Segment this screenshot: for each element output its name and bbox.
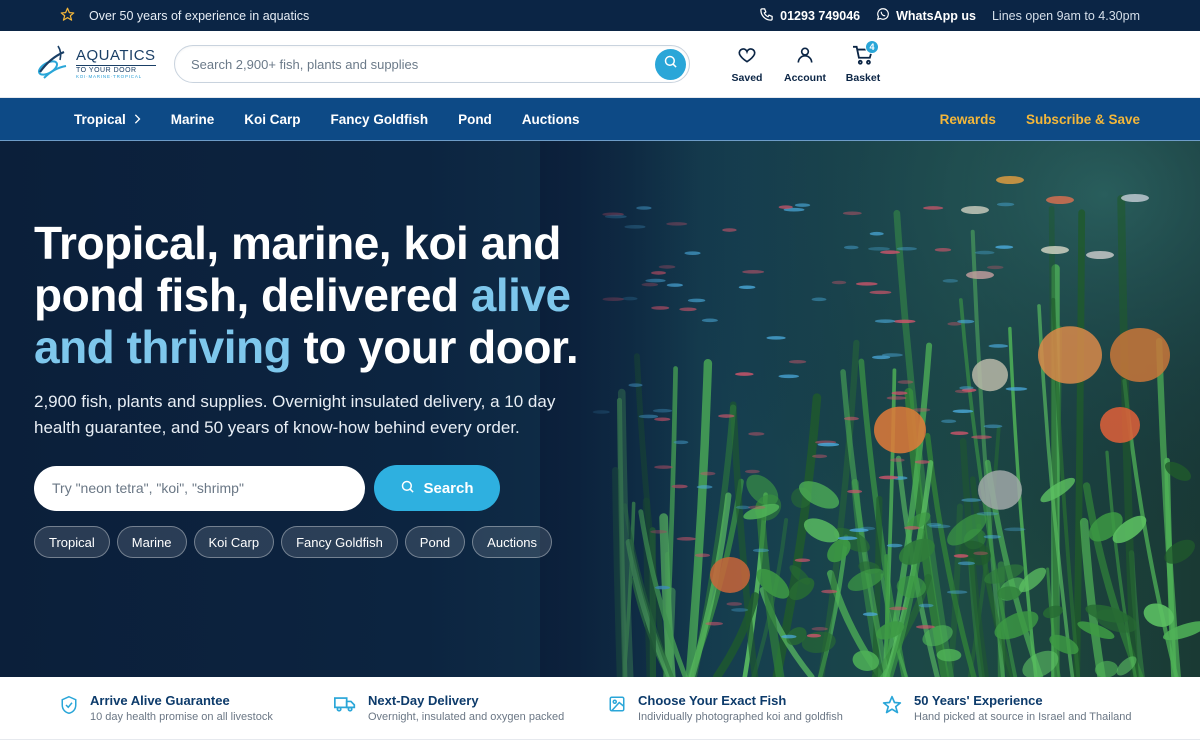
nav-label-tropical: Tropical bbox=[74, 111, 126, 127]
basket-button[interactable]: 4 Basket bbox=[834, 39, 892, 84]
image-icon bbox=[608, 695, 626, 718]
hero-banner: Tropical, marine, koi and pond fish, del… bbox=[0, 141, 1200, 677]
shield-check-icon bbox=[60, 695, 78, 720]
feature-desc: Overnight, insulated and oxygen packed bbox=[368, 711, 565, 723]
whatsapp-label: WhatsApp us bbox=[896, 8, 976, 23]
nav-rewards-link[interactable]: Rewards bbox=[940, 112, 996, 127]
hours-text: Lines open 9am to 4.30pm bbox=[991, 8, 1140, 23]
hero-content: Tropical, marine, koi and pond fish, del… bbox=[34, 217, 594, 558]
feature-desc: 10 day health promise on all livestock bbox=[90, 711, 273, 723]
hero-search-button[interactable]: Search bbox=[374, 465, 500, 511]
chip-koi-carp[interactable]: Koi Carp bbox=[193, 526, 275, 558]
feature-arrive-alive: Arrive Alive Guarantee 10 day health pro… bbox=[60, 693, 334, 723]
hero-search-label: Search bbox=[423, 479, 474, 497]
chevron-right-icon bbox=[133, 112, 141, 127]
logo-line2: TO YOUR DOOR bbox=[76, 65, 156, 74]
header: AQUATICS TO YOUR DOOR KOI·MARINE·TROPICA… bbox=[0, 31, 1200, 98]
chip-tropical[interactable]: Tropical bbox=[34, 526, 110, 558]
truck-icon bbox=[334, 695, 356, 718]
search-icon bbox=[400, 479, 415, 498]
nav-item-pond[interactable]: Pond bbox=[458, 112, 492, 127]
nav-item-auctions[interactable]: Auctions bbox=[522, 112, 580, 127]
category-chips: Tropical Marine Koi Carp Fancy Goldfish … bbox=[34, 526, 594, 558]
hero-title: Tropical, marine, koi and pond fish, del… bbox=[34, 217, 594, 373]
feature-desc: Individually photographed koi and goldfi… bbox=[638, 711, 843, 723]
site-logo[interactable]: AQUATICS TO YOUR DOOR KOI·MARINE·TROPICA… bbox=[34, 42, 174, 87]
search-icon bbox=[663, 54, 678, 74]
feature-title: Next-Day Delivery bbox=[368, 693, 479, 708]
hero-title-part2: to your door. bbox=[303, 321, 579, 373]
nav-item-fancy-goldfish[interactable]: Fancy Goldfish bbox=[331, 112, 429, 127]
chip-pond[interactable]: Pond bbox=[404, 526, 466, 558]
feature-title: Arrive Alive Guarantee bbox=[90, 693, 230, 708]
feature-title: Choose Your Exact Fish bbox=[638, 693, 787, 708]
header-search bbox=[174, 45, 690, 83]
feature-exact-fish: Choose Your Exact Fish Individually phot… bbox=[608, 693, 882, 723]
account-label: Account bbox=[784, 71, 826, 84]
header-actions: Saved Account 4 Basket bbox=[718, 39, 892, 84]
hero-search: Try "neon tetra", "koi", "shrimp" Search bbox=[34, 465, 594, 511]
feature-strip: Arrive Alive Guarantee 10 day health pro… bbox=[0, 677, 1200, 740]
saved-label: Saved bbox=[731, 71, 763, 84]
nav-item-marine[interactable]: Marine bbox=[171, 112, 215, 127]
logo-line1: AQUATICS bbox=[76, 47, 156, 65]
top-bar: Over 50 years of experience in aquatics … bbox=[0, 0, 1200, 31]
feature-next-day: Next-Day Delivery Overnight, insulated a… bbox=[334, 693, 608, 723]
hero-search-input[interactable]: Try "neon tetra", "koi", "shrimp" bbox=[34, 465, 365, 511]
chip-fancy-goldfish[interactable]: Fancy Goldfish bbox=[281, 526, 398, 558]
user-icon bbox=[795, 45, 815, 68]
basket-label: Basket bbox=[845, 71, 881, 84]
feature-experience: 50 Years' Experience Hand picked at sour… bbox=[882, 693, 1156, 723]
heart-icon bbox=[737, 45, 757, 68]
account-button[interactable]: Account bbox=[776, 45, 834, 84]
hero-subtitle: 2,900 fish, plants and supplies. Overnig… bbox=[34, 392, 556, 437]
star-icon bbox=[882, 695, 902, 720]
phone-number: 01293 749046 bbox=[780, 8, 861, 23]
whatsapp-icon bbox=[876, 7, 890, 24]
nav-item-tropical[interactable]: Tropical bbox=[74, 112, 141, 127]
saved-button[interactable]: Saved bbox=[718, 45, 776, 84]
feature-title: 50 Years' Experience bbox=[914, 693, 1043, 708]
phone-icon bbox=[759, 7, 774, 25]
feature-desc: Hand picked at source in Israel and Thai… bbox=[914, 711, 1132, 723]
header-search-button[interactable] bbox=[655, 48, 686, 80]
fish-logo-icon bbox=[34, 42, 70, 87]
phone-link[interactable]: 01293 749046 bbox=[759, 7, 860, 25]
chip-auctions[interactable]: Auctions bbox=[472, 526, 553, 558]
main-nav: Tropical Marine Koi Carp Fancy Goldfish … bbox=[0, 98, 1200, 141]
chip-marine[interactable]: Marine bbox=[116, 526, 187, 558]
logo-line3: KOI·MARINE·TROPICAL bbox=[76, 74, 142, 80]
basket-count-badge: 4 bbox=[865, 39, 879, 54]
whatsapp-link[interactable]: WhatsApp us bbox=[876, 7, 976, 24]
experience-text: Over 50 years of experience in aquatics bbox=[89, 8, 310, 23]
logo-wordmark: AQUATICS TO YOUR DOOR KOI·MARINE·TROPICA… bbox=[76, 48, 156, 80]
star-icon bbox=[60, 7, 75, 25]
nav-item-koi-carp[interactable]: Koi Carp bbox=[244, 112, 300, 127]
nav-subscribe-link[interactable]: Subscribe & Save bbox=[1026, 112, 1140, 127]
header-search-input[interactable] bbox=[191, 56, 655, 72]
